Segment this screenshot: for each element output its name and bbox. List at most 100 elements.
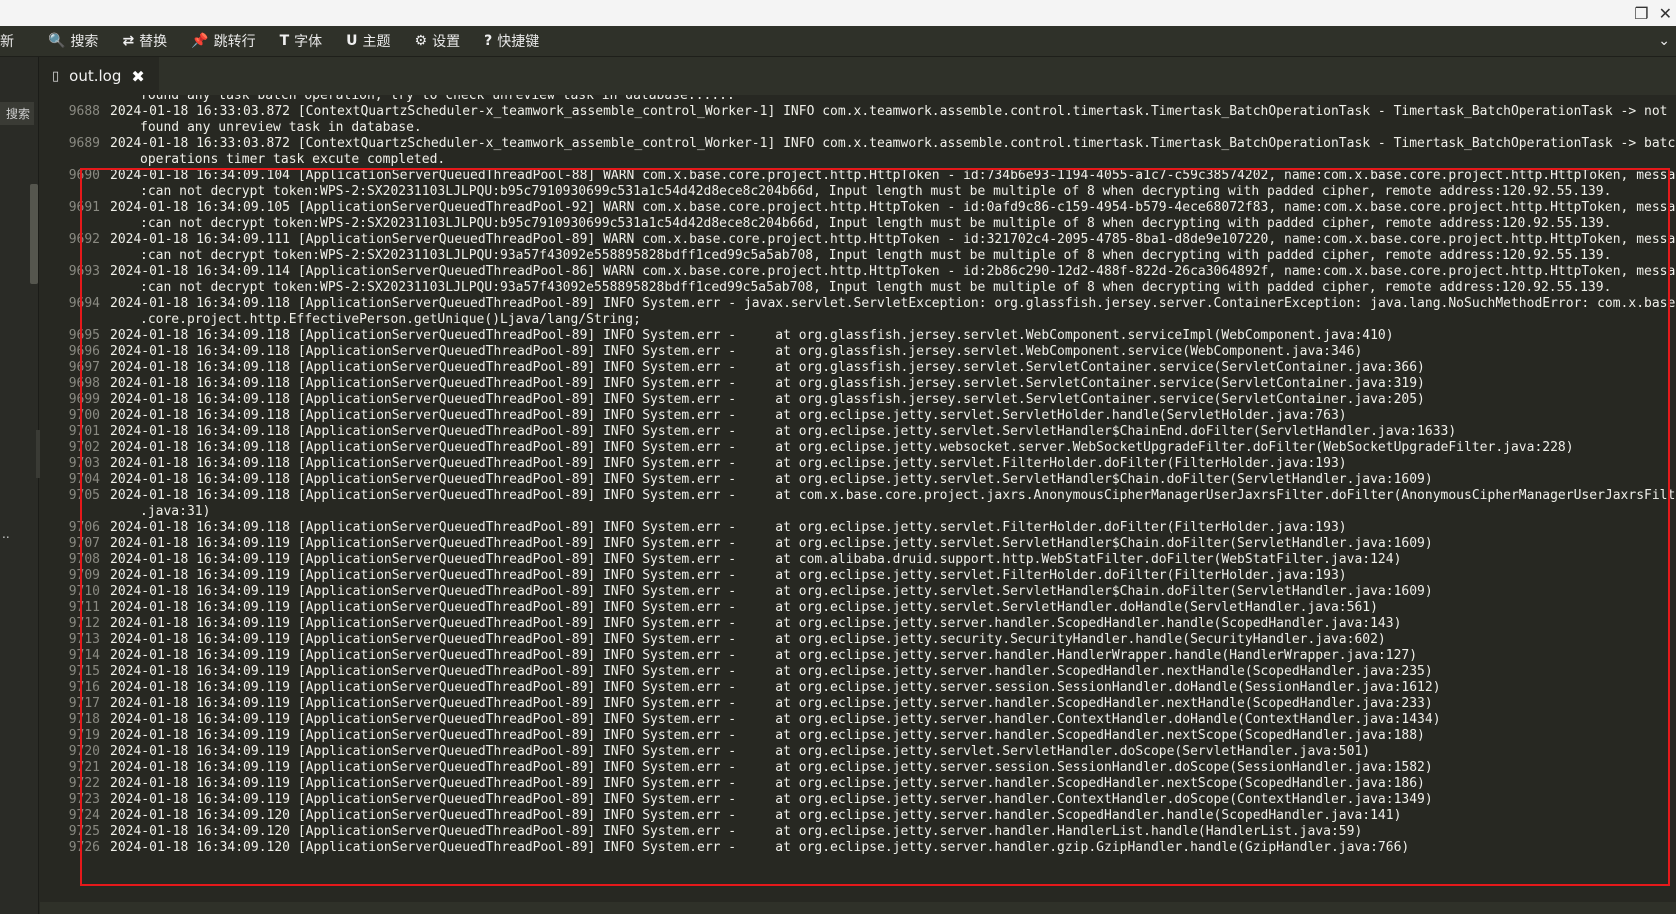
- log-line: 9704 2024-01-18 16:34:09.118 [Application…: [40, 472, 1676, 488]
- log-line: 9722 2024-01-18 16:34:09.119 [Application…: [40, 776, 1676, 792]
- log-line: 9706 2024-01-18 16:34:09.118 [Application…: [40, 520, 1676, 536]
- log-line: 9724 2024-01-18 16:34:09.120 [Application…: [40, 808, 1676, 824]
- line-number: 9699: [68, 392, 100, 407]
- line-number: 9711: [68, 600, 100, 615]
- line-number: 9716: [68, 680, 100, 695]
- line-text: found any task batch operation, try to c…: [140, 95, 735, 103]
- log-line: 9707 2024-01-18 16:34:09.119 [Application…: [40, 536, 1676, 552]
- line-number: 9707: [68, 536, 100, 551]
- line-number: 9689: [68, 136, 100, 151]
- line-number: 9701: [68, 424, 100, 439]
- line-text: 2024-01-18 16:34:09.119 [ApplicationServ…: [110, 792, 1433, 807]
- tab-out-log[interactable]: ▯ out.log ✖: [40, 57, 159, 95]
- toolbar-search-button[interactable]: 🔍 搜索: [36, 26, 110, 56]
- window-controls: ❐ ✕: [1634, 0, 1676, 26]
- line-text: 2024-01-18 16:34:09.119 [ApplicationServ…: [110, 632, 1386, 647]
- toolbar-shortcuts-button[interactable]: ? 快捷键: [472, 26, 551, 56]
- line-number: 9704: [68, 472, 100, 487]
- log-line: 9726 2024-01-18 16:34:09.120 [Application…: [40, 840, 1676, 856]
- line-number: 9725: [68, 824, 100, 839]
- log-lines: found any task batch operation, try to c…: [40, 95, 1676, 856]
- line-text: .java:31): [140, 504, 211, 519]
- toolbar-expand-icon[interactable]: ⌄: [1658, 26, 1670, 56]
- toolbar-search-label: 搜索: [70, 34, 99, 50]
- log-line: found any unreview task in database.: [40, 120, 1676, 136]
- line-number: 9693: [68, 264, 100, 279]
- line-number: 9719: [68, 728, 100, 743]
- line-text: 2024-01-18 16:34:09.120 [ApplicationServ…: [110, 840, 1410, 855]
- line-text: 2024-01-18 16:34:09.118 [ApplicationServ…: [110, 424, 1457, 439]
- log-line: 9699 2024-01-18 16:34:09.118 [Application…: [40, 392, 1676, 408]
- line-text: 2024-01-18 16:34:09.119 [ApplicationServ…: [110, 648, 1418, 663]
- line-number: 9713: [68, 632, 100, 647]
- line-number: 9696: [68, 344, 100, 359]
- log-line: 9701 2024-01-18 16:34:09.118 [Application…: [40, 424, 1676, 440]
- line-text: 2024-01-18 16:34:09.119 [ApplicationServ…: [110, 712, 1441, 727]
- toolbar-new-button[interactable]: 新: [0, 26, 26, 56]
- log-line: found any task batch operation, try to c…: [40, 95, 1676, 104]
- line-text: .core.project.http.EffectivePerson.getUn…: [140, 312, 641, 327]
- line-text: 2024-01-18 16:34:09.119 [ApplicationServ…: [110, 696, 1433, 711]
- log-line: 9715 2024-01-18 16:34:09.119 [Application…: [40, 664, 1676, 680]
- line-text: 2024-01-18 16:34:09.119 [ApplicationServ…: [110, 760, 1433, 775]
- font-icon: T: [279, 33, 290, 49]
- line-text: 2024-01-18 16:34:09.118 [ApplicationServ…: [110, 344, 1363, 359]
- theme-icon: U: [346, 33, 358, 49]
- log-line: 9696 2024-01-18 16:34:09.118 [Application…: [40, 344, 1676, 360]
- toolbar-goto-line-button[interactable]: 📌 跳转行: [179, 26, 267, 56]
- line-text: 2024-01-18 16:33:03.872 [ContextQuartzSc…: [110, 104, 1668, 119]
- line-text: :can not decrypt token:WPS-2:SX20231103L…: [140, 184, 1612, 199]
- line-text: 2024-01-18 16:34:09.118 [ApplicationServ…: [110, 472, 1433, 487]
- line-text: 2024-01-18 16:34:09.104 [ApplicationServ…: [110, 168, 1676, 183]
- toolbar-new-label: 新: [0, 34, 14, 50]
- line-number: 9710: [68, 584, 100, 599]
- toolbar-theme-button[interactable]: U 主题: [334, 26, 402, 56]
- log-line: 9714 2024-01-18 16:34:09.119 [Application…: [40, 648, 1676, 664]
- close-window-icon[interactable]: ✕: [1659, 4, 1672, 23]
- line-number: 9720: [68, 744, 100, 759]
- close-tab-icon[interactable]: ✖: [131, 67, 144, 86]
- line-text: 2024-01-18 16:34:09.111 [ApplicationServ…: [110, 232, 1676, 247]
- line-text: 2024-01-18 16:34:09.118 [ApplicationServ…: [110, 296, 1676, 311]
- line-text: 2024-01-18 16:34:09.118 [ApplicationServ…: [110, 392, 1425, 407]
- log-line: 9725 2024-01-18 16:34:09.120 [Application…: [40, 824, 1676, 840]
- line-text: 2024-01-18 16:34:09.118 [ApplicationServ…: [110, 408, 1347, 423]
- line-number: 9726: [68, 840, 100, 855]
- toolbar-replace-label: 替换: [139, 34, 168, 50]
- log-line: 9717 2024-01-18 16:34:09.119 [Application…: [40, 696, 1676, 712]
- log-line: 9700 2024-01-18 16:34:09.118 [Application…: [40, 408, 1676, 424]
- log-line: 9708 2024-01-18 16:34:09.119 [Application…: [40, 552, 1676, 568]
- line-text: 2024-01-18 16:34:09.118 [ApplicationServ…: [110, 328, 1394, 343]
- line-text: 2024-01-18 16:34:09.119 [ApplicationServ…: [110, 584, 1433, 599]
- line-number: 9700: [68, 408, 100, 423]
- restore-window-icon[interactable]: ❐: [1634, 4, 1648, 23]
- line-text: found any unreview task in database.: [140, 120, 422, 135]
- toolbar-settings-button[interactable]: ⚙ 设置: [403, 26, 473, 56]
- line-text: 2024-01-18 16:34:09.119 [ApplicationServ…: [110, 616, 1402, 631]
- window-top-strip: ❐ ✕: [0, 0, 1676, 26]
- line-text: 2024-01-18 16:34:09.119 [ApplicationServ…: [110, 744, 1371, 759]
- tab-bar: ▯ out.log ✖: [40, 57, 1676, 95]
- gear-icon: ⚙: [414, 33, 428, 49]
- toolbar-replace-button[interactable]: ⇄ 替换: [110, 26, 179, 56]
- line-text: 2024-01-18 16:34:09.118 [ApplicationServ…: [110, 456, 1347, 471]
- sidebar-scrollbar[interactable]: [30, 184, 38, 284]
- log-line: 9694 2024-01-18 16:34:09.118 [Application…: [40, 296, 1676, 312]
- line-number: 9706: [68, 520, 100, 535]
- toolbar: 新 🔍 搜索 ⇄ 替换 📌 跳转行 T 字体 U 主题 ⚙ 设置 ? 快捷键: [0, 26, 1676, 57]
- toolbar-font-label: 字体: [294, 34, 323, 50]
- line-text: 2024-01-18 16:34:09.119 [ApplicationServ…: [110, 568, 1347, 583]
- tab-title: out.log: [69, 67, 122, 85]
- line-number: 9712: [68, 616, 100, 631]
- line-number: 9695: [68, 328, 100, 343]
- log-line: .core.project.http.EffectivePerson.getUn…: [40, 312, 1676, 328]
- log-editor[interactable]: found any task batch operation, try to c…: [40, 95, 1676, 902]
- toolbar-font-button[interactable]: T 字体: [268, 26, 335, 56]
- log-line: 9718 2024-01-18 16:34:09.119 [Application…: [40, 712, 1676, 728]
- log-line: 9712 2024-01-18 16:34:09.119 [Application…: [40, 616, 1676, 632]
- log-line: 9691 2024-01-18 16:34:09.105 [Application…: [40, 200, 1676, 216]
- line-text: :can not decrypt token:WPS-2:SX20231103L…: [140, 216, 1612, 231]
- line-number: 9698: [68, 376, 100, 391]
- sidebar-search-item[interactable]: 搜索: [0, 102, 35, 125]
- line-text: 2024-01-18 16:34:09.119 [ApplicationServ…: [110, 776, 1425, 791]
